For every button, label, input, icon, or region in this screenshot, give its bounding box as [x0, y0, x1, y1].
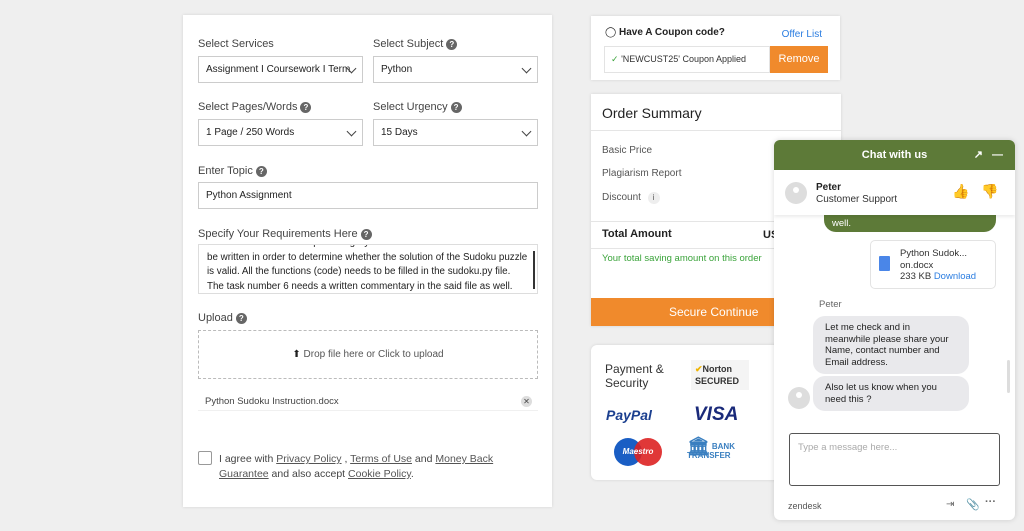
maestro-logo: Maestro	[614, 438, 662, 466]
thumbs-up-icon[interactable]: 👍	[952, 183, 969, 200]
minimize-icon[interactable]: —	[992, 140, 1003, 170]
tag-icon: ◯	[605, 27, 617, 38]
attach-icon[interactable]: 📎	[966, 498, 980, 511]
services-label: Select Services	[198, 38, 274, 50]
info-icon[interactable]: i	[647, 192, 660, 204]
pages-label: Select Pages/Words?	[198, 101, 312, 113]
visa-logo: VISA	[694, 404, 739, 425]
urgency-select[interactable]: 15 Days	[373, 119, 538, 146]
help-icon[interactable]: ?	[446, 38, 458, 50]
check-circle-icon: ✓	[611, 54, 619, 64]
plagiarism-label: Plagiarism Report	[602, 168, 682, 179]
terms-link[interactable]: Terms of Use	[350, 453, 412, 465]
document-icon	[879, 256, 890, 271]
bank-transfer-logo: 🏛 BANK TRANSFER	[687, 436, 735, 460]
popout-icon[interactable]: ↗	[974, 140, 983, 170]
upload-icon: ⬆	[292, 349, 301, 360]
chat-widget: Chat with us ↗ — Peter Customer Support …	[774, 140, 1015, 520]
coupon-title: ◯ Have A Coupon code?	[605, 27, 725, 38]
topic-label: Enter Topic?	[198, 165, 267, 177]
agent-name: Peter	[816, 182, 842, 193]
remove-file-icon[interactable]: ✕	[521, 396, 532, 407]
agent-message: Let me check and in meanwhile please sha…	[813, 316, 969, 374]
upload-dropzone[interactable]: ⬆ Drop file here or Click to upload	[198, 330, 538, 379]
textarea-scrollbar[interactable]	[533, 251, 535, 289]
privacy-policy-link[interactable]: Privacy Policy	[276, 453, 341, 465]
basic-price-label: Basic Price	[602, 145, 653, 156]
message-input[interactable]: Type a message here...	[789, 433, 1000, 486]
uploaded-file-row: Python Sudoku Instruction.docx ✕	[198, 392, 538, 411]
chevron-down-icon	[521, 126, 532, 137]
saving-text: Your total saving amount on this order	[602, 253, 762, 264]
chat-scrollbar[interactable]	[1007, 360, 1010, 393]
payment-card: Payment & Security ✔Norton SECURED PayPa…	[591, 345, 791, 480]
upload-label: Upload?	[198, 312, 247, 324]
coupon-card: ◯ Have A Coupon code? Offer List ✓ 'NEWC…	[591, 16, 840, 80]
help-icon[interactable]: ?	[450, 101, 462, 113]
zendesk-logo: zendesk	[788, 501, 822, 511]
order-form: Select Services Assignment I Coursework …	[183, 15, 552, 507]
thumbs-down-icon[interactable]: 👎	[981, 183, 998, 200]
agent-role: Customer Support	[816, 194, 898, 205]
summary-title: Order Summary	[602, 105, 702, 121]
agree-checkbox[interactable]	[198, 451, 212, 465]
subject-select[interactable]: Python	[373, 56, 538, 83]
help-icon[interactable]: ?	[235, 312, 247, 324]
download-link[interactable]: Download	[934, 271, 976, 282]
cookie-policy-link[interactable]: Cookie Policy	[348, 468, 411, 480]
help-icon[interactable]: ?	[300, 101, 312, 113]
more-icon[interactable]: ···	[985, 496, 996, 508]
urgency-label: Select Urgency?	[373, 101, 462, 113]
subject-label: Select Subject?	[373, 38, 458, 50]
services-select[interactable]: Assignment I Coursework I Term	[198, 56, 363, 83]
discount-label: Discount i	[602, 192, 660, 204]
agent-avatar	[788, 387, 810, 409]
end-chat-icon[interactable]: ⇥	[946, 499, 954, 510]
sender-name: Peter	[819, 299, 842, 310]
topic-input[interactable]: Python Assignment	[198, 182, 538, 209]
payment-title: Payment & Security	[605, 362, 664, 390]
remove-coupon-button[interactable]: Remove	[770, 46, 828, 73]
agent-avatar	[785, 182, 807, 204]
agree-text: I agree with Privacy Policy , Terms of U…	[219, 453, 494, 480]
chevron-down-icon	[346, 126, 357, 137]
help-icon[interactable]: ?	[360, 228, 372, 240]
paypal-logo: PayPal	[606, 407, 652, 423]
total-label: Total Amount	[602, 228, 672, 240]
requirements-textarea[interactable]: The task is dedicated to practicing Pyth…	[198, 244, 538, 294]
file-attachment[interactable]: Python Sudok... on.docx 233 KB Download	[870, 240, 996, 289]
agent-row: Peter Customer Support 👍 👎	[774, 170, 1015, 215]
norton-logo: ✔Norton SECURED	[691, 360, 749, 390]
help-icon[interactable]: ?	[255, 165, 267, 177]
chat-header: Chat with us ↗ —	[774, 140, 1015, 170]
offer-list-link[interactable]: Offer List	[782, 29, 822, 40]
coupon-input: ✓ 'NEWCUST25' Coupon Applied	[604, 46, 770, 73]
agent-message: Also let us know when you need this ?	[813, 376, 969, 411]
pages-select[interactable]: 1 Page / 250 Words	[198, 119, 363, 146]
requirements-label: Specify Your Requirements Here?	[198, 228, 372, 240]
chevron-down-icon	[521, 63, 532, 74]
